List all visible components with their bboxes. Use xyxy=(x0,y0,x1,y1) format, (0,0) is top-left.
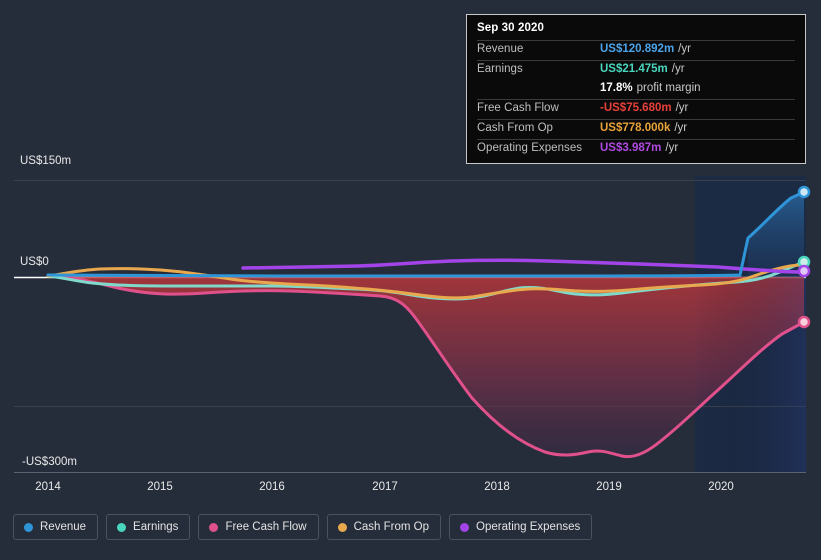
tooltip-label-operating-expenses: Operating Expenses xyxy=(477,142,583,154)
legend-label-revenue: Revenue xyxy=(40,521,87,533)
legend-item-free-cash-flow[interactable]: Free Cash Flow xyxy=(198,514,319,540)
tooltip-unit-earnings: /yr xyxy=(671,63,685,75)
x-axis-tick-2018: 2018 xyxy=(484,481,510,493)
x-axis-tick-2014: 2014 xyxy=(35,481,61,493)
tooltip-label-earnings: Earnings xyxy=(477,63,523,75)
tooltip-row-profit-margin: 17.8% profit margin xyxy=(477,80,795,99)
x-axis-tick-2016: 2016 xyxy=(259,481,285,493)
chart-tooltip: Sep 30 2020 Revenue US$120.892m /yr Earn… xyxy=(466,14,806,164)
x-axis-tick-2015: 2015 xyxy=(147,481,173,493)
legend-dot-revenue-icon xyxy=(24,522,33,532)
tooltip-unit-free-cash-flow: /yr xyxy=(675,102,689,114)
legend-item-cash-from-op[interactable]: Cash From Op xyxy=(326,514,442,540)
legend-label-earnings: Earnings xyxy=(133,521,179,533)
x-axis-tick-2019: 2019 xyxy=(596,481,622,493)
x-axis-tick-2017: 2017 xyxy=(372,481,398,493)
tooltip-value-revenue: US$120.892m xyxy=(600,43,675,55)
tooltip-value-cash-from-op: US$778.000k xyxy=(600,122,671,134)
chart-legend: Revenue Earnings Free Cash Flow Cash Fro… xyxy=(13,514,593,540)
tooltip-value-operating-expenses: US$3.987m xyxy=(600,142,662,154)
legend-dot-cash-from-op-icon xyxy=(337,522,347,532)
legend-dot-earnings-icon xyxy=(117,522,127,532)
tooltip-unit-cash-from-op: /yr xyxy=(674,122,688,134)
legend-dot-operating-expenses-icon xyxy=(460,522,470,532)
legend-label-cash-from-op: Cash From Op xyxy=(353,521,430,533)
tooltip-date: Sep 30 2020 xyxy=(477,22,544,34)
y-axis-label-zero: US$0 xyxy=(20,256,49,268)
y-axis-label-top: US$150m xyxy=(20,155,72,167)
endpoint-revenue-marker xyxy=(797,185,811,199)
tooltip-label-cash-from-op: Cash From Op xyxy=(477,122,554,134)
tooltip-unit-operating-expenses: /yr xyxy=(665,142,679,154)
tooltip-row-operating-expenses: Operating Expenses US$3.987m /yr xyxy=(477,139,795,159)
endpoint-operating-expenses-marker xyxy=(797,264,811,278)
series-area-free-cash-flow-tint xyxy=(695,276,806,472)
tooltip-label-revenue: Revenue xyxy=(477,43,524,55)
legend-label-operating-expenses: Operating Expenses xyxy=(476,521,581,533)
tooltip-row-revenue: Revenue US$120.892m /yr xyxy=(477,40,795,60)
tooltip-rows: Revenue US$120.892m /yr Earnings US$21.4… xyxy=(467,40,805,163)
tooltip-row-earnings: Earnings US$21.475m /yr xyxy=(477,60,795,80)
tooltip-value-free-cash-flow: -US$75.680m xyxy=(600,102,672,114)
legend-item-earnings[interactable]: Earnings xyxy=(106,514,191,540)
y-axis-label-bottom: -US$300m xyxy=(22,456,77,468)
tooltip-label-free-cash-flow: Free Cash Flow xyxy=(477,102,559,114)
tooltip-value-profit-margin: 17.8% xyxy=(600,82,633,94)
x-axis-tick-2020: 2020 xyxy=(708,481,734,493)
series-area-free-cash-flow xyxy=(48,276,804,457)
financial-chart: Sep 30 2020 Revenue US$120.892m /yr Earn… xyxy=(0,0,821,560)
legend-dot-free-cash-flow-icon xyxy=(209,522,219,532)
tooltip-row-cash-from-op: Cash From Op US$778.000k /yr xyxy=(477,119,795,139)
tooltip-row-free-cash-flow: Free Cash Flow -US$75.680m /yr xyxy=(477,99,795,119)
tooltip-unit-profit-margin: profit margin xyxy=(636,82,701,94)
legend-label-free-cash-flow: Free Cash Flow xyxy=(225,521,307,533)
legend-item-revenue[interactable]: Revenue xyxy=(13,514,99,540)
endpoint-free-cash-flow-marker xyxy=(797,315,811,329)
tooltip-unit-revenue: /yr xyxy=(678,43,691,55)
tooltip-value-earnings: US$21.475m xyxy=(600,63,668,75)
legend-item-operating-expenses[interactable]: Operating Expenses xyxy=(449,514,593,540)
